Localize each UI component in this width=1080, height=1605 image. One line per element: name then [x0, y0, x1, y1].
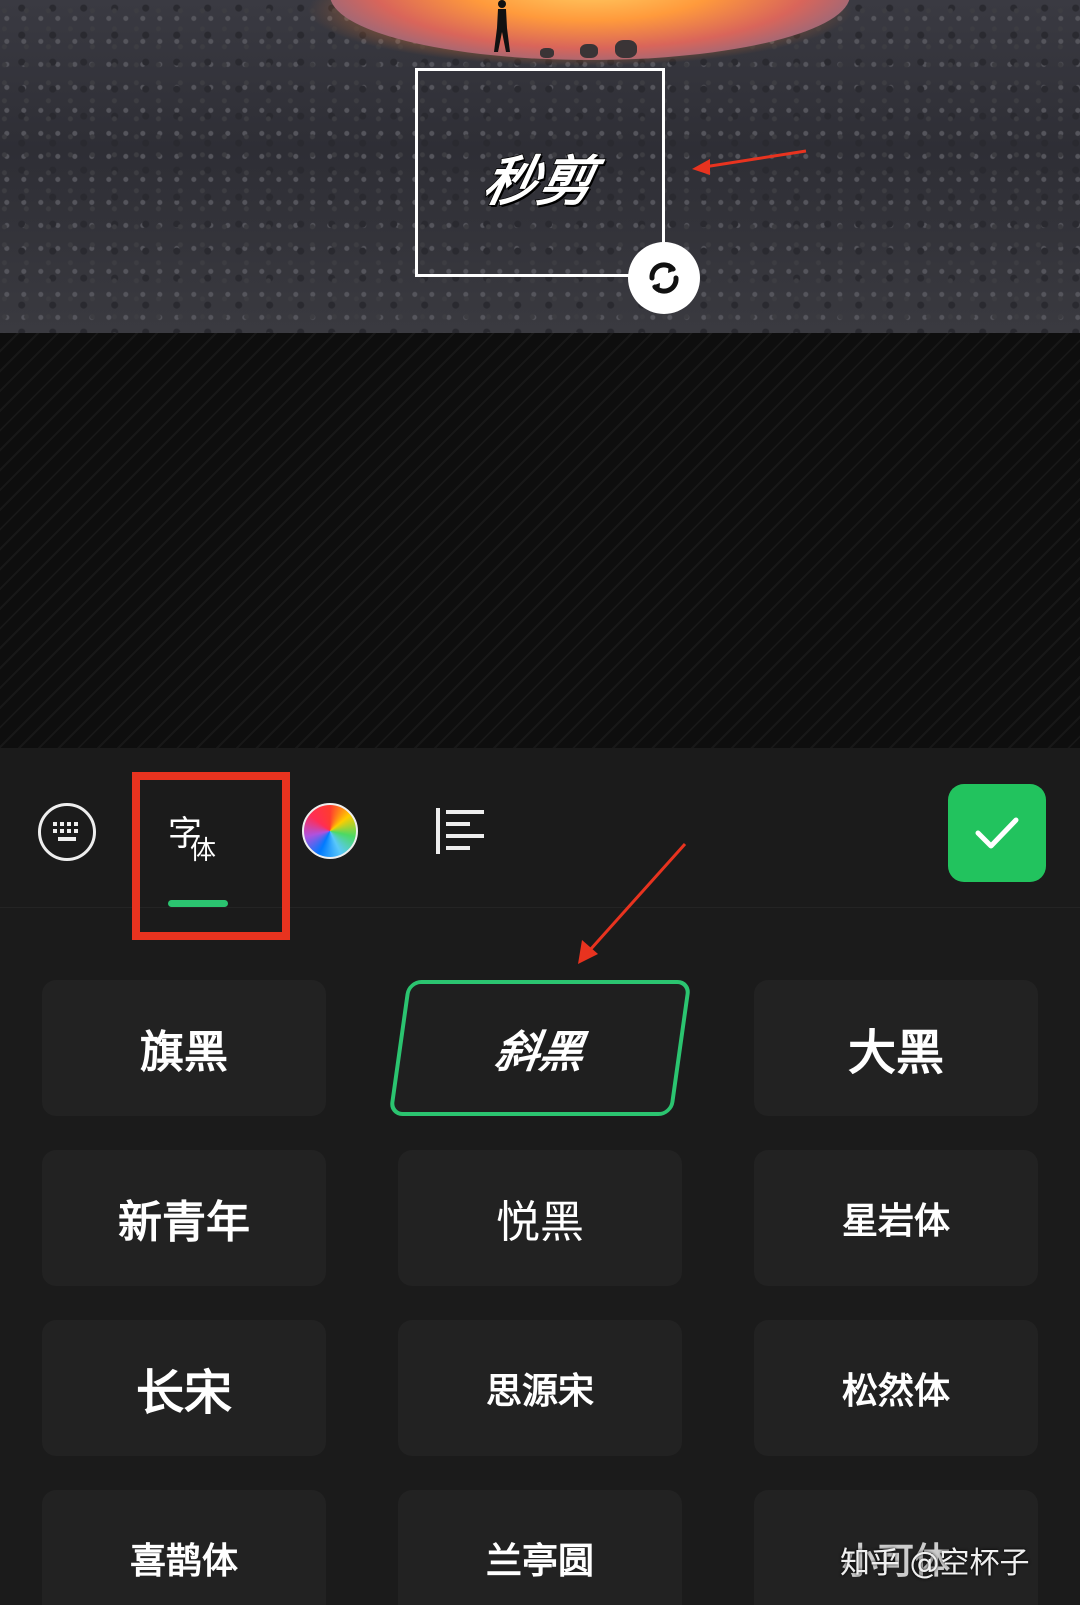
rotate-handle[interactable] [628, 242, 700, 314]
font-option[interactable]: 大黑 [754, 980, 1038, 1116]
font-grid: 旗黑 斜黑 大黑 新青年 悦黑 星岩体 长宋 思源宋 松然体 喜鹊体 兰亭圆 小… [0, 748, 1080, 1605]
rotate-icon [649, 262, 679, 294]
font-option-selected[interactable]: 斜黑 [388, 980, 692, 1116]
font-option[interactable]: 新青年 [42, 1150, 326, 1286]
text-box-content: 秒剪 [477, 149, 600, 214]
font-option[interactable]: 松然体 [754, 1320, 1038, 1456]
font-option[interactable]: 思源宋 [398, 1320, 682, 1456]
text-style-panel: 字 体 旗黑 斜黑 大黑 新青年 悦黑 星岩体 长宋 思源宋 松然体 喜鹊体 兰… [0, 748, 1080, 1605]
rock-cairn [540, 48, 554, 58]
watermark: 知乎 @空杯子 [840, 1546, 1030, 1581]
rock-cairn [615, 40, 637, 58]
font-option[interactable]: 兰亭圆 [398, 1490, 682, 1605]
font-option[interactable]: 星岩体 [754, 1150, 1038, 1286]
font-option[interactable]: 悦黑 [398, 1150, 682, 1286]
text-box[interactable]: 秒剪 [415, 68, 665, 277]
hiker-silhouette [494, 0, 510, 52]
video-preview[interactable]: 秒剪 [0, 0, 1080, 333]
annotation-arrow [692, 149, 807, 175]
font-option[interactable]: 喜鹊体 [42, 1490, 326, 1605]
font-option[interactable]: 长宋 [42, 1320, 326, 1456]
font-option[interactable]: 旗黑 [42, 980, 326, 1116]
canvas-background [0, 333, 1080, 748]
rock-cairn [580, 44, 598, 58]
